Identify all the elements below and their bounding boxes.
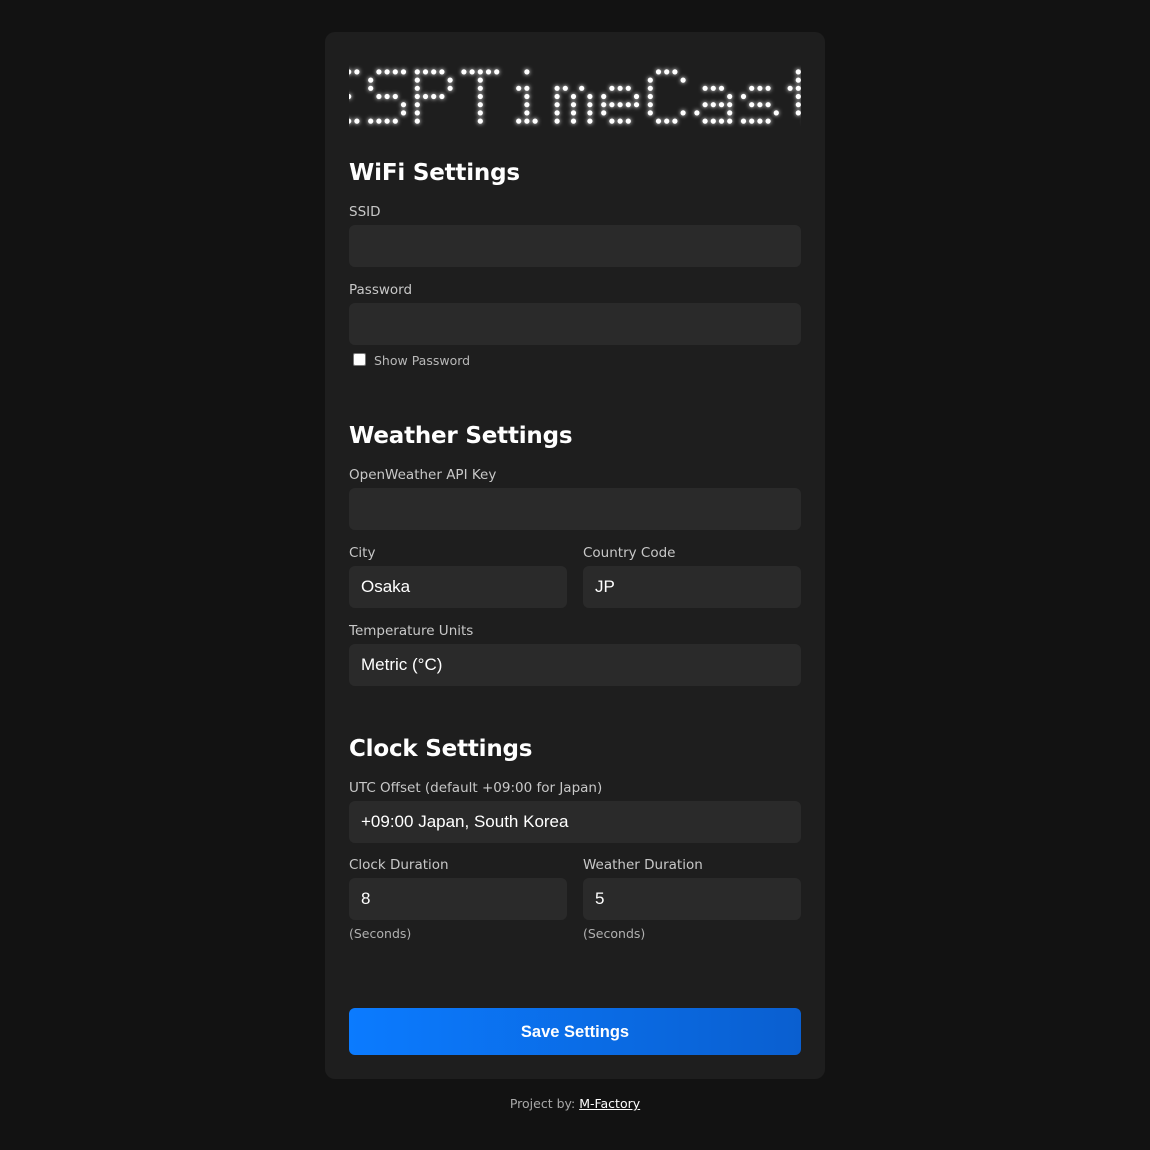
- wifi-settings-title: WiFi Settings: [349, 160, 520, 186]
- logo-dots: [349, 69, 801, 124]
- save-settings-button[interactable]: Save Settings: [349, 1008, 801, 1055]
- footer-prefix: Project by:: [509, 1096, 576, 1111]
- country-code-label: Country Code: [583, 545, 676, 561]
- m-factory-link[interactable]: M-Factory: [579, 1096, 640, 1111]
- utc-offset-label: UTC Offset (default +09:00 for Japan): [349, 780, 603, 796]
- clock-duration-label: Clock Duration: [349, 857, 449, 873]
- clock-settings-title: Clock Settings: [349, 736, 533, 762]
- clock-duration-hint: (Seconds): [349, 926, 412, 941]
- settings-card: WiFi Settings SSID Password Show Passwor…: [325, 32, 825, 1079]
- dot-matrix-logo: [349, 69, 801, 124]
- show-password-label[interactable]: Show Password: [374, 353, 470, 368]
- api-key-input[interactable]: [349, 488, 801, 530]
- weather-duration-label: Weather Duration: [583, 857, 703, 873]
- clock-duration-input[interactable]: 8: [349, 878, 567, 920]
- password-input[interactable]: [349, 303, 801, 345]
- ssid-label: SSID: [349, 204, 381, 220]
- password-label: Password: [349, 282, 413, 298]
- weather-settings-title: Weather Settings: [349, 423, 573, 449]
- show-password-row[interactable]: Show Password: [353, 352, 470, 368]
- country-code-input[interactable]: JP: [583, 566, 801, 608]
- footer: Project by: M-Factory: [0, 1096, 1150, 1111]
- weather-duration-input[interactable]: 5: [583, 878, 801, 920]
- temperature-units-label: Temperature Units: [349, 623, 474, 639]
- city-label: City: [349, 545, 376, 561]
- city-input[interactable]: Osaka: [349, 566, 567, 608]
- api-key-label: OpenWeather API Key: [349, 467, 497, 483]
- temperature-units-select[interactable]: Metric (°C): [349, 644, 801, 686]
- logo: [349, 56, 801, 138]
- ssid-input[interactable]: [349, 225, 801, 267]
- show-password-checkbox[interactable]: [353, 353, 366, 366]
- utc-offset-select[interactable]: +09:00 Japan, South Korea: [349, 801, 801, 843]
- weather-duration-hint: (Seconds): [583, 926, 646, 941]
